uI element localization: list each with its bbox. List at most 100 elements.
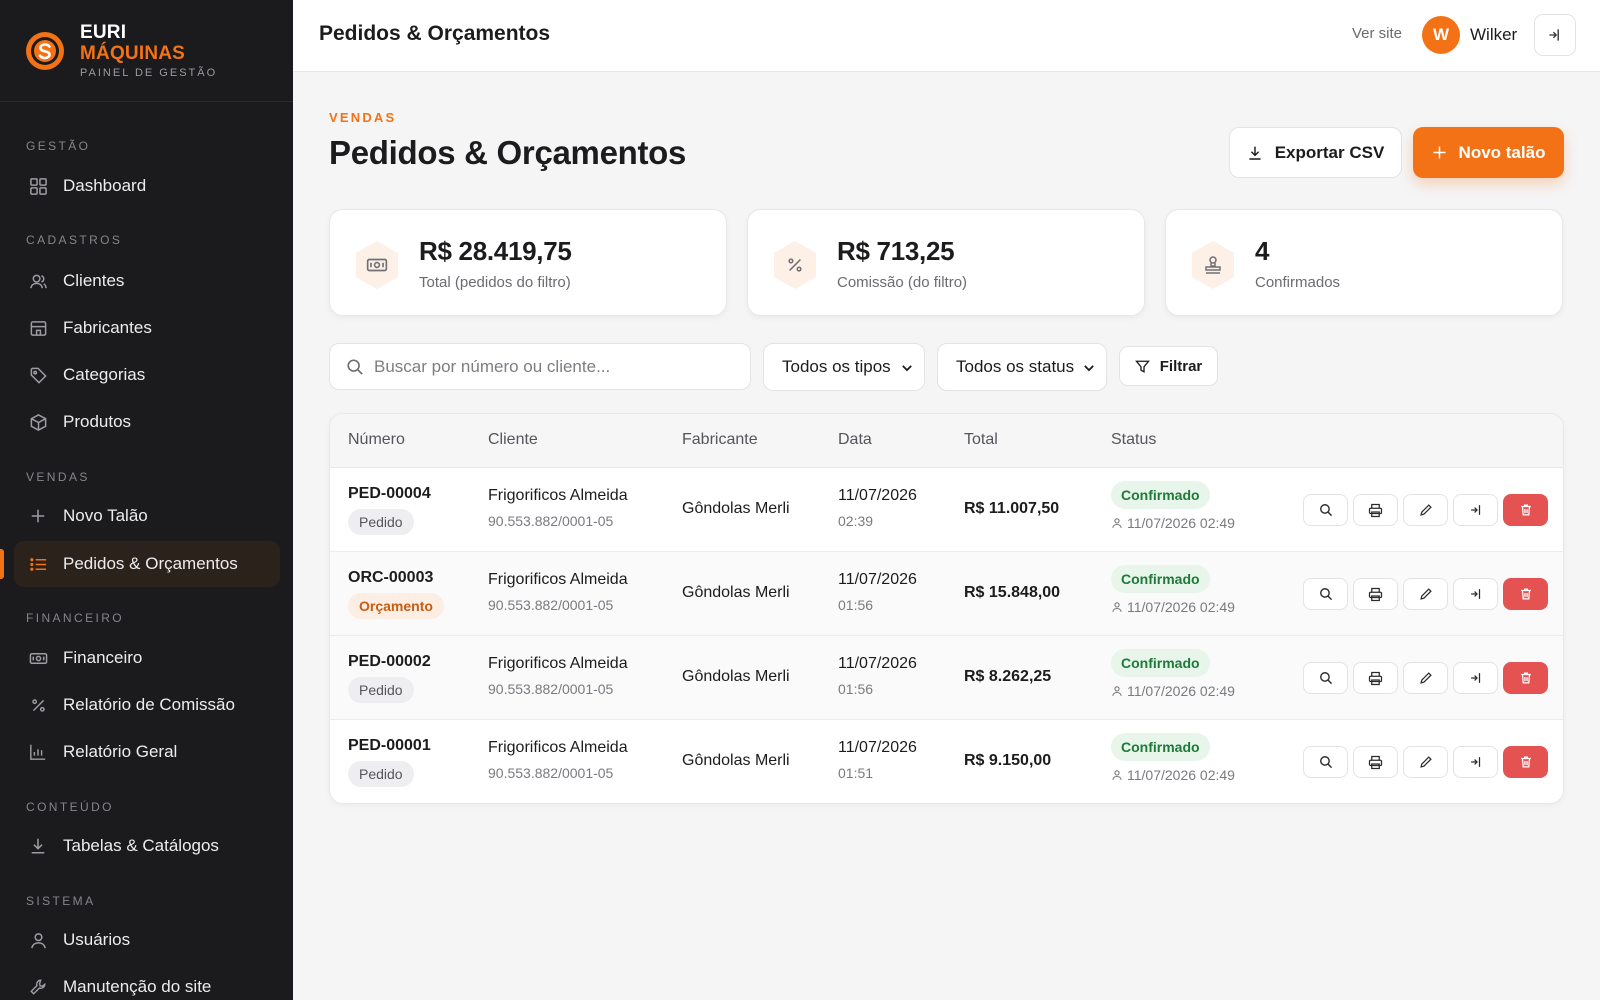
user-icon [1112, 602, 1122, 612]
tipo-select-value: Todos os tipos [782, 357, 891, 376]
sidebar-item-categorias[interactable]: Categorias [14, 352, 280, 398]
sidebar-item-novo-talao[interactable]: Novo Talão [14, 493, 280, 539]
sidebar-item-produtos[interactable]: Produtos [14, 399, 280, 445]
sidebar-item-fabricantes[interactable]: Fabricantes [14, 305, 280, 351]
sidebar-item-tabelas[interactable]: Tabelas & Catálogos [14, 823, 280, 869]
export-csv-button[interactable]: Exportar CSV [1229, 127, 1402, 178]
convert-button[interactable] [1453, 746, 1498, 778]
stat-value: R$ 28.419,75 [419, 236, 572, 266]
plus-icon [1433, 146, 1446, 159]
wrench-icon [28, 977, 48, 997]
users-icon [28, 271, 48, 291]
table-row[interactable]: ORC-00003 Orçamento Frigorificos Almeida… [330, 552, 1563, 636]
print-button[interactable] [1353, 746, 1398, 778]
table-row[interactable]: PED-00002 Pedido Frigorificos Almeida 90… [330, 636, 1563, 720]
delete-button[interactable] [1503, 662, 1548, 694]
col-header-total[interactable]: Total [964, 431, 998, 449]
nav-section-vendas: VENDAS [26, 470, 90, 484]
cash-icon [28, 648, 48, 668]
order-number[interactable]: ORC-00003 [348, 569, 433, 587]
status-timestamp-text: 11/07/2026 02:49 [1127, 767, 1235, 783]
delete-button[interactable] [1503, 746, 1548, 778]
print-button[interactable] [1353, 578, 1398, 610]
logout-icon [1470, 589, 1480, 599]
status-select[interactable]: Todos os status [937, 343, 1107, 391]
edit-button[interactable] [1403, 746, 1448, 778]
sidebar-item-pedidos[interactable]: Pedidos & Orçamentos [14, 541, 280, 587]
stat-value: R$ 713,25 [837, 236, 955, 266]
user-name[interactable]: Wilker [1470, 25, 1517, 45]
search-input[interactable] [374, 344, 744, 389]
download-icon [28, 836, 48, 856]
convert-button[interactable] [1453, 578, 1498, 610]
client-name: Frigorificos Almeida [488, 655, 628, 672]
status-timestamp-text: 11/07/2026 02:49 [1127, 515, 1235, 531]
table-row[interactable]: PED-00001 Pedido Frigorificos Almeida 90… [330, 720, 1563, 803]
order-number[interactable]: PED-00004 [348, 485, 431, 503]
manufacturer: Gôndolas Merli [682, 752, 790, 769]
plus-icon [28, 506, 48, 526]
view-button[interactable] [1303, 746, 1348, 778]
sidebar-item-clientes[interactable]: Clientes [14, 258, 280, 304]
grid-icon [28, 176, 48, 196]
view-button[interactable] [1303, 494, 1348, 526]
logout-button[interactable] [1534, 14, 1576, 56]
sidebar: EURI MÁQUINAS PAINEL DE GESTÃO GESTÃO Da… [0, 0, 293, 1000]
delete-button[interactable] [1503, 494, 1548, 526]
delete-button[interactable] [1503, 578, 1548, 610]
sidebar-item-comissao[interactable]: Relatório de Comissão [14, 682, 280, 728]
search-icon [1319, 756, 1332, 769]
percent-icon [28, 695, 48, 715]
avatar[interactable]: W [1422, 16, 1460, 54]
search-icon [1319, 588, 1332, 601]
col-header-status[interactable]: Status [1111, 431, 1156, 449]
view-button[interactable] [1303, 578, 1348, 610]
sidebar-item-usuarios[interactable]: Usuários [14, 917, 280, 963]
trash-icon [1520, 588, 1531, 600]
new-talao-label: Novo talão [1458, 142, 1546, 162]
order-number[interactable]: PED-00002 [348, 653, 431, 671]
sidebar-item-dashboard[interactable]: Dashboard [14, 163, 280, 209]
manufacturer: Gôndolas Merli [682, 668, 790, 685]
order-total: R$ 8.262,25 [964, 668, 1052, 685]
convert-button[interactable] [1453, 662, 1498, 694]
nav-section-conteudo: CONTEÚDO [26, 800, 114, 814]
sidebar-item-manutencao[interactable]: Manutenção do site [14, 964, 280, 1000]
order-number[interactable]: PED-00001 [348, 737, 431, 755]
sidebar-item-label: Dashboard [63, 176, 147, 195]
sidebar-item-label: Clientes [63, 271, 125, 290]
nav-section-cadastros: CADASTROS [26, 233, 123, 247]
col-header-fabricante[interactable]: Fabricante [682, 431, 758, 449]
tipo-select[interactable]: Todos os tipos [763, 343, 925, 391]
convert-button[interactable] [1453, 494, 1498, 526]
table-row[interactable]: PED-00004 Pedido Frigorificos Almeida 90… [330, 468, 1563, 552]
edit-button[interactable] [1403, 578, 1448, 610]
col-header-data[interactable]: Data [838, 431, 872, 449]
user-icon [28, 930, 48, 950]
col-header-numero[interactable]: Número [348, 431, 405, 449]
filter-button[interactable]: Filtrar [1119, 346, 1218, 386]
edit-button[interactable] [1403, 662, 1448, 694]
brand-logo-icon [26, 31, 64, 70]
trash-icon [1520, 672, 1531, 684]
download-icon [1249, 146, 1261, 160]
stat-card-comissao: R$ 713,25 Comissão (do filtro) [747, 209, 1145, 316]
col-header-cliente[interactable]: Cliente [488, 431, 538, 449]
sidebar-item-label: Relatório Geral [63, 742, 178, 761]
view-button[interactable] [1303, 662, 1348, 694]
new-talao-button[interactable]: Novo talão [1413, 127, 1564, 178]
print-button[interactable] [1353, 494, 1398, 526]
sidebar-item-financeiro[interactable]: Financeiro [14, 635, 280, 681]
brand[interactable]: EURI MÁQUINAS PAINEL DE GESTÃO [0, 0, 293, 102]
sidebar-item-geral[interactable]: Relatório Geral [14, 729, 280, 775]
type-badge: Pedido [348, 761, 414, 787]
edit-button[interactable] [1403, 494, 1448, 526]
print-button[interactable] [1353, 662, 1398, 694]
search-icon [1319, 672, 1332, 685]
ver-site-link[interactable]: Ver site [1352, 25, 1402, 42]
sidebar-item-label: Categorias [63, 365, 146, 384]
nav-section-gestao: GESTÃO [26, 139, 91, 153]
store-icon [28, 318, 48, 338]
tag-icon [28, 365, 48, 385]
sidebar-item-label: Produtos [63, 412, 132, 431]
